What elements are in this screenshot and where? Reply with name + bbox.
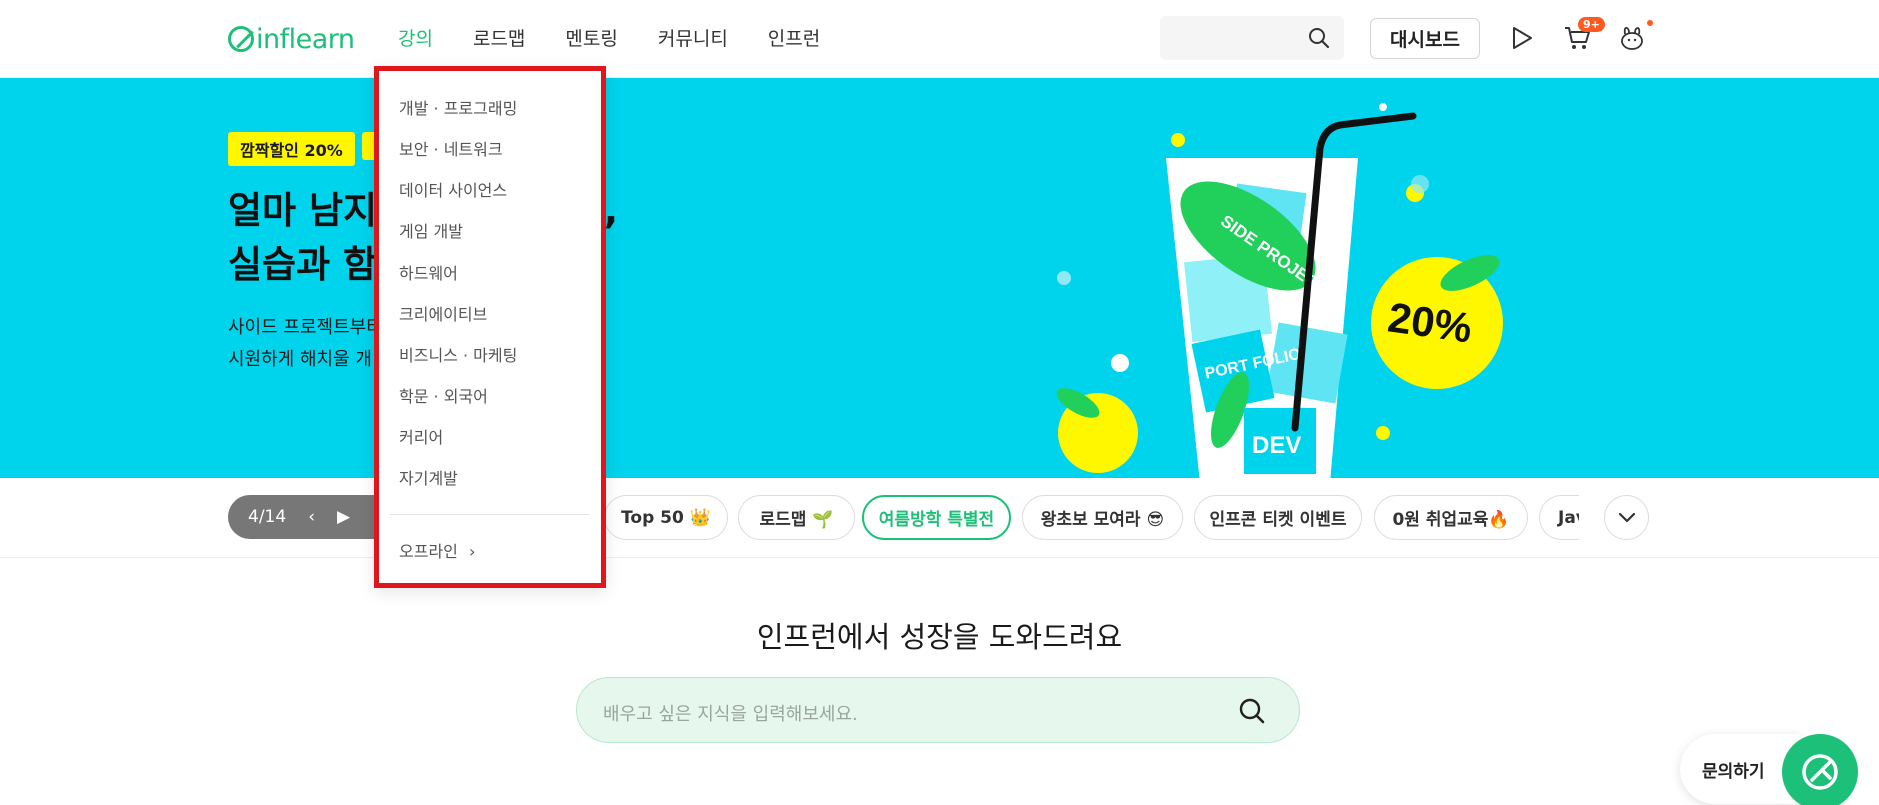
search-placeholder: 배우고 싶은 지식을 입력해보세요. — [603, 704, 858, 725]
hero-title: 얼마 남지, 실습과 함 — [228, 189, 619, 286]
hero-illustration: SIDE PROJECT PORT FOLIO DEV 20% — [1056, 103, 1503, 478]
expand-pills-button[interactable] — [1604, 495, 1649, 540]
search-icon[interactable] — [1308, 27, 1330, 49]
dashboard-button[interactable]: 대시보드 — [1370, 18, 1480, 59]
svg-text:DEV: DEV — [1252, 432, 1301, 459]
dropdown-item-business-marketing[interactable]: 비즈니스 · 마케팅 — [399, 342, 517, 366]
top-header: inflearn 강의 로드맵 멘토링 커뮤니티 인프런 대시보드 9+ — [0, 0, 1879, 78]
notification-dot — [1647, 20, 1653, 26]
search-icon[interactable] — [1239, 698, 1265, 724]
nav-item-community[interactable]: 커뮤니티 — [658, 22, 728, 53]
pill-top50[interactable]: Top 50 👑 — [604, 495, 728, 540]
play-icon[interactable] — [1506, 22, 1538, 54]
nav-item-lectures[interactable]: 강의 — [398, 22, 433, 53]
pill-summer-special[interactable]: 여름방학 특별전 — [862, 495, 1011, 540]
banner-pager: 4/14 ‹ ▶ — [228, 495, 398, 539]
dropdown-item-creative[interactable]: 크리에이티브 — [399, 301, 487, 325]
main-heading: 인프런에서 성장을 도와드려요 — [756, 620, 1123, 654]
banner-counter: 4/14 — [248, 507, 287, 527]
dropdown-item-hardware[interactable]: 하드웨어 — [399, 260, 458, 284]
hero-subtitle: 사이드 프로젝트부터 시원하게 해치울 개 — [228, 317, 383, 370]
nav-item-roadmap[interactable]: 로드맵 — [473, 22, 525, 53]
logo-icon — [228, 26, 254, 52]
pill-free-job-education[interactable]: 0원 취업교육🔥 — [1374, 495, 1528, 540]
main-search-input[interactable]: 배우고 싶은 지식을 입력해보세요. — [576, 677, 1300, 743]
dropdown-item-dev-programming[interactable]: 개발 · 프로그래밍 — [399, 95, 517, 119]
chat-leaf-icon[interactable] — [1782, 734, 1858, 805]
dropdown-item-offline[interactable]: 오프라인 › — [399, 538, 475, 562]
chevron-down-icon — [1618, 512, 1635, 522]
dropdown-item-security-network[interactable]: 보안 · 네트워크 — [399, 136, 503, 160]
main-nav: 강의 로드맵 멘토링 커뮤니티 인프런 — [398, 22, 860, 53]
hero-discount-tag: 깜짝할인 20% — [228, 132, 355, 166]
prev-arrow-icon[interactable]: ‹ — [308, 507, 315, 527]
header-search-input[interactable] — [1160, 16, 1344, 60]
pill-java-partial[interactable]: Jav — [1539, 495, 1579, 540]
play-banner-icon[interactable]: ▶ — [337, 507, 350, 527]
pill-beginners[interactable]: 왕초보 모여라 😎 — [1022, 495, 1183, 540]
logo-text: inflearn — [256, 23, 355, 55]
nav-item-mentoring[interactable]: 멘토링 — [565, 22, 617, 53]
category-pill-bar: 4/14 ‹ ▶ Top 50 👑 로드맵 🌱 여름방학 특별전 왕초보 모여라… — [0, 478, 1879, 558]
pill-infcon-event[interactable]: 인프콘 티켓 이벤트 — [1194, 495, 1362, 540]
pill-roadmap[interactable]: 로드맵 🌱 — [738, 495, 855, 540]
dropdown-item-academics-language[interactable]: 학문 · 외국어 — [399, 383, 488, 407]
inflearn-logo[interactable]: inflearn — [228, 23, 355, 55]
chevron-right-icon: › — [468, 542, 476, 561]
cart-count-badge: 9+ — [1578, 17, 1605, 32]
profile-avatar-icon[interactable] — [1616, 22, 1648, 54]
nav-item-inflearn[interactable]: 인프런 — [768, 22, 820, 53]
dropdown-item-self-development[interactable]: 자기계발 — [399, 465, 458, 489]
dropdown-item-game-dev[interactable]: 게임 개발 — [399, 218, 463, 242]
dropdown-item-data-science[interactable]: 데이터 사이언스 — [399, 177, 507, 201]
dropdown-divider — [389, 514, 589, 515]
hero-banner[interactable]: 깜짝할인 20% 얼마 남지, 실습과 함 사이드 프로젝트부터 시원하게 해치… — [0, 78, 1879, 478]
dropdown-item-career[interactable]: 커리어 — [399, 424, 443, 448]
lectures-dropdown-menu: 개발 · 프로그래밍 보안 · 네트워크 데이터 사이언스 게임 개발 하드웨어… — [374, 66, 606, 588]
